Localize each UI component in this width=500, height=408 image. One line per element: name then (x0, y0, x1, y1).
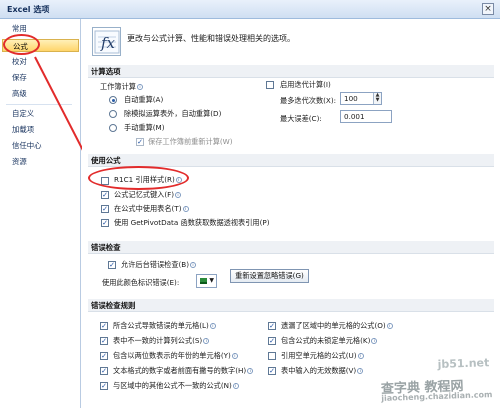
max-iterations-spinner[interactable]: ▲ ▼ (373, 93, 381, 104)
sidebar-item-addins[interactable]: 加载项 (2, 123, 79, 136)
formula-fx-icon: fx (92, 27, 121, 56)
sidebar-item-customize[interactable]: 自定义 (2, 107, 79, 120)
background-error-checking-checkbox[interactable]: ✓ (108, 261, 116, 269)
error-rule-label: 所含公式导致错误的单元格(L) i (113, 321, 216, 331)
sidebar-item-advanced[interactable]: 高级 (2, 87, 79, 100)
max-change-value: 0.001 (344, 112, 365, 121)
info-icon: i (203, 338, 210, 344)
background-error-checking-label: 允许后台错误检查(B) i (121, 260, 197, 270)
options-sidebar: 常用 公式 校对 保存 高级 自定义 加载项 信任中心 资源 (0, 19, 81, 408)
error-rule-label: 包含公式的未锁定单元格(K) i (281, 336, 378, 346)
info-icon: i (247, 368, 254, 374)
auto-calc-label: 自动重算(A) (124, 95, 164, 104)
error-rule-checkbox[interactable]: ✓ (100, 322, 108, 330)
highlight-r1c1-ellipse (88, 166, 189, 190)
table-names-label: 在公式中使用表名(T) i (114, 204, 189, 214)
close-button[interactable]: × (482, 3, 494, 15)
error-rule-checkbox[interactable]: ✓ (100, 367, 108, 375)
sidebar-item-save[interactable]: 保存 (2, 71, 79, 84)
error-rule-label: 引用空单元格的公式(U) i (281, 351, 364, 361)
error-rule-label: 与区域中的其他公式不一致的公式(N) i (113, 381, 239, 391)
sidebar-item-proofing[interactable]: 校对 (2, 55, 79, 68)
sidebar-item-general[interactable]: 常用 (2, 22, 79, 35)
window-title: Excel 选项 (7, 5, 50, 14)
manual-calc-label: 手动重算(M) (124, 123, 165, 132)
error-rule-checkbox[interactable]: ✓ (100, 337, 108, 345)
panel-description: 更改与公式计算、性能和错误处理相关的选项。 (127, 34, 295, 43)
info-icon: i (231, 353, 238, 359)
error-rule-checkbox[interactable]: ✓ (268, 337, 276, 345)
max-change-input[interactable]: 0.001 (340, 110, 392, 123)
error-color-label: 使用此颜色标识错误(E): (102, 278, 180, 287)
error-rule-checkbox[interactable]: ✓ (268, 367, 276, 375)
getpivotdata-checkbox[interactable]: ✓ (101, 219, 109, 227)
max-iterations-label: 最多迭代次数(X): (280, 96, 337, 105)
info-icon: i (209, 323, 216, 329)
error-rule-label: 表中不一致的计算列公式(S) i (113, 336, 210, 346)
auto-calc-radio[interactable] (109, 96, 117, 104)
max-change-label: 最大误差(C): (280, 114, 322, 123)
info-icon: i (182, 206, 189, 212)
sidebar-item-trust-center[interactable]: 信任中心 (2, 139, 79, 152)
formula-autocomplete-label: 公式记忆式键入(F) i (114, 190, 182, 200)
auto-except-tables-label: 除模拟运算表外，自动重算(D) (124, 109, 222, 118)
error-rule-label: 遗漏了区域中的单元格的公式(O) i (281, 321, 393, 331)
info-icon: i (357, 353, 364, 359)
formulas-options-panel: fx 更改与公式计算、性能和错误处理相关的选项。 计算选项 工作簿计算 i 自动重… (82, 19, 500, 408)
title-bar: Excel 选项 × (0, 0, 500, 19)
error-rule-label: 文本格式的数字或者前面有撇号的数字(H) i (113, 366, 254, 376)
section-error-checking: 错误检查 (88, 241, 494, 254)
max-iterations-input[interactable]: 100 ▲ ▼ (340, 92, 382, 105)
error-rule-checkbox[interactable]: ✓ (268, 322, 276, 330)
error-rule-checkbox[interactable]: ✓ (100, 352, 108, 360)
info-icon: i (357, 368, 364, 374)
section-working-with-formulas: 使用公式 (88, 154, 494, 167)
info-icon: i (371, 338, 378, 344)
max-iterations-value: 100 (344, 94, 358, 103)
watermark-short: jb51.net (437, 356, 490, 371)
info-icon: i (136, 84, 143, 90)
recalc-before-save-label: 保存工作簿前重新计算(W) (148, 137, 233, 146)
error-rule-label: 表中输入的无效数据(V) i (281, 366, 364, 376)
info-icon: i (232, 383, 239, 389)
enable-iterative-calc-label: 启用迭代计算(I) (280, 80, 331, 89)
info-icon: i (175, 192, 182, 198)
section-error-checking-rules: 错误检查规则 (88, 299, 494, 312)
table-names-checkbox[interactable]: ✓ (101, 205, 109, 213)
reset-ignored-errors-button[interactable]: 重新设置忽略错误(G) (230, 269, 309, 283)
error-rule-checkbox[interactable] (268, 352, 276, 360)
auto-except-tables-radio[interactable] (109, 110, 117, 118)
sidebar-item-resources[interactable]: 资源 (2, 155, 79, 168)
formula-autocomplete-checkbox[interactable]: ✓ (101, 191, 109, 199)
dropdown-arrow-icon: ▼ (209, 277, 214, 284)
info-icon: i (386, 323, 393, 329)
error-color-dropdown[interactable]: ▼ (196, 274, 217, 288)
workbook-calculation-label: 工作簿计算 i (100, 82, 143, 92)
error-color-icon (200, 278, 207, 284)
highlight-formulas-ellipse (3, 34, 40, 55)
error-rule-checkbox[interactable]: ✓ (100, 382, 108, 390)
manual-calc-radio[interactable] (109, 124, 117, 132)
watermark: jb51.net 查字典 教程网 jiaocheng.chazidian.com (380, 356, 493, 403)
getpivotdata-label: 使用 GetPivotData 函数获取数据透视表引用(P) (114, 218, 270, 227)
svg-text:fx: fx (100, 34, 116, 52)
recalc-before-save-checkbox: ✓ (136, 138, 144, 146)
enable-iterative-calc-checkbox[interactable] (266, 81, 274, 89)
sidebar-divider (6, 104, 72, 105)
error-rule-label: 包含以两位数表示的年份的单元格(Y) i (113, 351, 238, 361)
section-calculation: 计算选项 (88, 65, 494, 78)
info-icon: i (190, 262, 197, 268)
